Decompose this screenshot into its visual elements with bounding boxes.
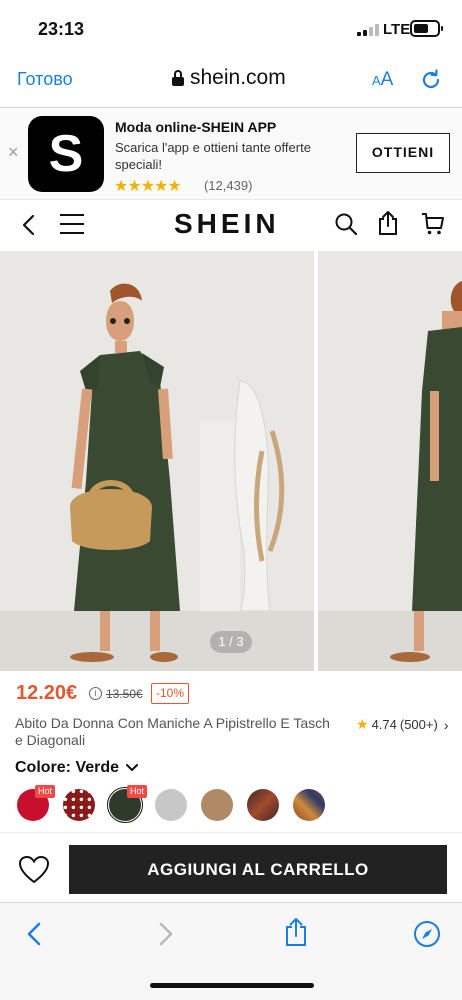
site-header: SHEIN — [0, 200, 462, 250]
chevron-down-icon[interactable] — [125, 761, 139, 775]
forward-icon[interactable] — [158, 921, 174, 947]
done-button[interactable]: Готово — [17, 69, 73, 90]
banner-subtitle: Scarica l'app e ottieni tante offerte sp… — [115, 140, 311, 172]
back-arrow-icon[interactable] — [20, 213, 36, 237]
color-swatch[interactable] — [293, 789, 325, 821]
status-time: 23:13 — [38, 19, 85, 39]
divider — [0, 832, 462, 833]
add-to-cart-button[interactable]: AGGIUNGI AL CARRELLO — [69, 845, 447, 894]
menu-icon[interactable] — [60, 214, 84, 234]
share-icon[interactable] — [377, 210, 399, 236]
get-app-button[interactable]: OTTIENI — [356, 133, 450, 173]
url-text: shein.com — [190, 66, 286, 89]
share-icon[interactable] — [284, 917, 308, 947]
back-icon[interactable] — [26, 921, 42, 947]
product-price: 12.20€ — [16, 682, 78, 704]
color-swatch[interactable] — [247, 789, 279, 821]
hot-badge: Hot — [127, 785, 148, 798]
banner-title: Moda online-SHEIN APP — [115, 119, 277, 135]
discount-badge: -10% — [151, 683, 190, 704]
color-swatch[interactable] — [63, 789, 95, 821]
network-type: LTE — [383, 21, 411, 38]
product-photo-next[interactable] — [318, 251, 462, 671]
chevron-right-icon: › — [443, 716, 449, 733]
review-count: (500+) — [399, 717, 438, 732]
product-photo-main[interactable]: 1 / 3 — [0, 251, 314, 671]
gallery-counter: 1 / 3 — [210, 631, 252, 653]
site-logo[interactable]: SHEIN — [174, 208, 280, 240]
info-icon[interactable]: i — [89, 687, 102, 700]
close-icon[interactable]: × — [8, 142, 19, 163]
star-rating-icon: ★★★★★ — [114, 178, 182, 195]
original-price: 13.50€ — [106, 687, 143, 701]
app-install-banner: × S Moda online-SHEIN APP Scarica l'app … — [0, 108, 462, 200]
battery-icon — [410, 20, 443, 37]
app-icon: S — [28, 116, 104, 192]
cellular-signal-icon — [357, 24, 379, 36]
text-size-button[interactable]: AA — [372, 69, 393, 91]
reload-icon[interactable] — [419, 68, 443, 92]
rating-value: 4.74 — [371, 717, 397, 732]
browser-address-bar: Готово shein.com AA — [0, 56, 462, 108]
compass-icon[interactable] — [413, 920, 441, 948]
status-bar: 23:13 LTE — [0, 0, 462, 56]
color-swatch[interactable] — [155, 789, 187, 821]
product-image-gallery[interactable]: 1 / 3 — [0, 251, 462, 671]
product-title: Abito Da Donna Con Maniche A Pipistrello… — [15, 715, 330, 748]
color-label[interactable]: Colore: Verde — [15, 759, 119, 777]
heart-icon[interactable] — [18, 855, 50, 885]
banner-rating-count: (12,439) — [204, 178, 253, 193]
product-rating[interactable]: ★ 4.74 (500+) › — [356, 716, 449, 733]
color-swatches: Hot Hot — [15, 785, 335, 823]
color-swatch[interactable] — [201, 789, 233, 821]
lock-icon — [172, 70, 184, 86]
shopping-bag-icon[interactable] — [421, 212, 445, 236]
star-icon: ★ — [356, 716, 369, 732]
home-indicator — [150, 983, 314, 988]
url-field[interactable]: shein.com — [172, 66, 286, 90]
search-icon[interactable] — [334, 212, 358, 236]
hot-badge: Hot — [35, 785, 56, 798]
